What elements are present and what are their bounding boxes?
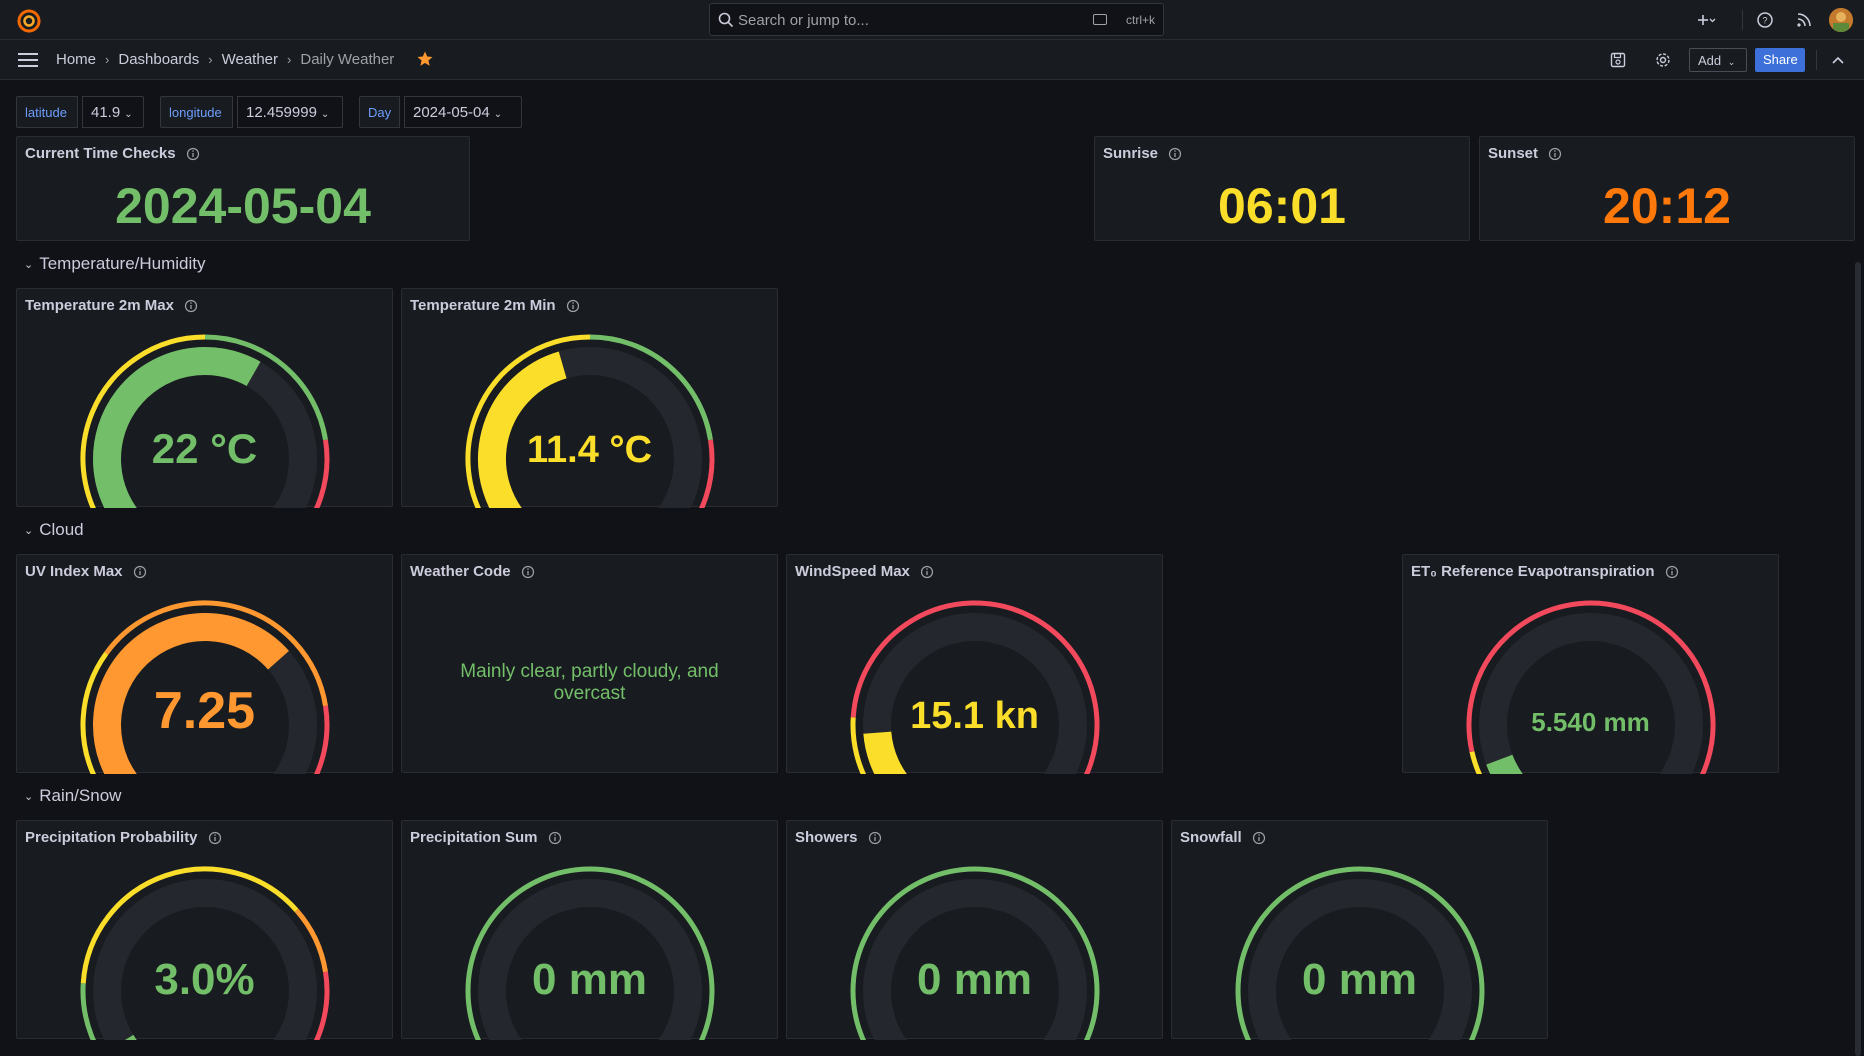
svg-text:?: ? — [1762, 16, 1767, 26]
gauge-value-arc — [1486, 754, 1523, 774]
breadcrumb-dashboards[interactable]: Dashboards — [118, 51, 199, 68]
grafana-logo-icon[interactable] — [16, 8, 42, 34]
gauge-chart — [80, 600, 330, 774]
chevron-down-icon: ⌄ — [24, 790, 34, 803]
search-shortcut: ctrl+k — [1125, 13, 1155, 27]
breadcrumb: Home › Dashboards › Weather › Daily Weat… — [56, 51, 394, 68]
panel-weather-code[interactable]: Weather Code Mainly clear, partly cloudy… — [401, 554, 778, 773]
row-title: Rain/Snow — [39, 786, 122, 805]
panel-title: Sunset — [1488, 145, 1539, 162]
gauge-chart — [1466, 600, 1716, 774]
panel-sunrise[interactable]: Sunrise 06:01 — [1094, 136, 1470, 241]
panel-snowfall[interactable]: Snowfall 0 mm — [1171, 820, 1548, 1040]
search-placeholder: Search or jump to... — [738, 12, 869, 29]
add-button[interactable]: Add ⌄ — [1689, 48, 1747, 72]
top-bar: Search or jump to... ctrl+k ? — [0, 0, 1864, 40]
menu-icon[interactable] — [18, 52, 38, 68]
chevron-right-icon: › — [105, 52, 110, 67]
panel-title: Current Time Checks — [25, 145, 176, 162]
row-title: Cloud — [39, 520, 84, 539]
panel-sunset[interactable]: Sunset 20:12 — [1479, 136, 1855, 241]
dashboard-nav-bar: Home › Dashboards › Weather › Daily Weat… — [0, 40, 1864, 80]
gauge-chart — [1235, 866, 1485, 1040]
variable-select-day[interactable]: 2024-05-04 ⌄ — [404, 96, 522, 128]
breadcrumb-weather[interactable]: Weather — [222, 51, 278, 68]
variable-value-day: 2024-05-04 — [413, 104, 490, 121]
variable-value-latitude: 41.9 — [91, 104, 121, 121]
panel-windspeed-max[interactable]: WindSpeed Max 15.1 kn — [786, 554, 1163, 774]
chevron-down-icon: ⌄ — [124, 109, 133, 120]
chevron-down-icon: ⌄ — [24, 258, 34, 271]
gauge-value: 22 °C — [151, 425, 258, 472]
gauge-chart — [80, 866, 330, 1040]
chevron-right-icon: › — [287, 52, 292, 67]
gauge-value: 3.0% — [154, 955, 255, 1004]
breadcrumb-home[interactable]: Home — [56, 51, 96, 68]
info-icon[interactable] — [521, 565, 535, 579]
stat-value: 06:01 — [1218, 178, 1346, 234]
help-icon[interactable]: ? — [1753, 8, 1777, 32]
gauge-chart — [850, 866, 1100, 1040]
panel-temperature-min[interactable]: Temperature 2m Min 11.4 °C — [401, 288, 778, 508]
avatar-icon — [1829, 8, 1853, 32]
row-title: Temperature/Humidity — [39, 254, 206, 273]
gauge-value: 0 mm — [532, 955, 647, 1004]
panel-title: Sunrise — [1103, 145, 1159, 162]
save-icon[interactable] — [1609, 51, 1627, 69]
panel-current-time-checks[interactable]: Current Time Checks 2024-05-04 — [16, 136, 470, 241]
variable-select-latitude[interactable]: 41.9 ⌄ — [82, 96, 144, 128]
panel-precipitation-sum[interactable]: Precipitation Sum 0 mm — [401, 820, 778, 1040]
gauge-value: 0 mm — [917, 955, 1032, 1004]
chevron-down-icon: ⌄ — [1727, 57, 1736, 67]
panel-uv-index-max[interactable]: UV Index Max 7.25 — [16, 554, 393, 774]
gauge-value: 11.4 °C — [526, 429, 653, 471]
chevron-down-icon: ⌄ — [493, 109, 503, 120]
chevron-down-icon: ⌄ — [320, 109, 330, 120]
info-icon[interactable] — [186, 147, 200, 161]
stat-value: 20:12 — [1603, 178, 1731, 234]
row-temperature-humidity[interactable]: ⌄ Temperature/Humidity — [24, 254, 206, 274]
share-button[interactable]: Share — [1755, 48, 1805, 72]
gauge-chart — [80, 334, 330, 508]
panel-showers[interactable]: Showers 0 mm — [786, 820, 1163, 1040]
keyboard-icon — [1093, 14, 1107, 25]
gauge-chart — [465, 334, 715, 508]
variable-label-day: Day — [359, 96, 400, 128]
variable-label-longitude: longitude — [160, 96, 233, 128]
variable-value-longitude: 12.459999 — [246, 104, 317, 121]
row-rain-snow[interactable]: ⌄ Rain/Snow — [24, 786, 121, 806]
search-icon — [718, 12, 734, 28]
chevron-down-icon: ⌄ — [24, 524, 34, 537]
favorite-star-icon[interactable] — [416, 50, 434, 68]
info-icon[interactable] — [1168, 147, 1182, 161]
gauge-chart — [465, 866, 715, 1040]
info-icon[interactable] — [1548, 147, 1562, 161]
panel-title: Weather Code — [410, 563, 511, 580]
panel-precipitation-probability[interactable]: Precipitation Probability 3.0% — [16, 820, 393, 1040]
panel-et0-evapotranspiration[interactable]: ET₀ Reference Evapotranspiration 5.540 m… — [1402, 554, 1779, 774]
weather-code-value: Mainly clear, partly cloudy, and overcas… — [460, 661, 719, 704]
variable-select-longitude[interactable]: 12.459999 ⌄ — [237, 96, 343, 128]
row-cloud[interactable]: ⌄ Cloud — [24, 520, 84, 540]
new-plus-icon[interactable] — [1692, 8, 1716, 32]
user-avatar[interactable] — [1829, 8, 1853, 32]
gauge-value-arc — [863, 731, 907, 774]
gauge-value: 15.1 kn — [910, 695, 1039, 737]
gauge-chart — [850, 600, 1100, 774]
stat-value: 2024-05-04 — [115, 178, 371, 234]
gauge-value: 0 mm — [1302, 955, 1417, 1004]
chevron-up-icon[interactable] — [1830, 52, 1846, 68]
settings-gear-icon[interactable] — [1654, 51, 1672, 69]
gauge-value: 5.540 mm — [1531, 707, 1650, 737]
gauge-value: 7.25 — [153, 682, 256, 740]
panel-temperature-max[interactable]: Temperature 2m Max 22 °C — [16, 288, 393, 508]
news-feed-icon[interactable] — [1792, 8, 1816, 32]
scrollbar[interactable] — [1855, 262, 1861, 1056]
chevron-right-icon: › — [208, 52, 213, 67]
gauge-track — [1479, 613, 1703, 774]
add-button-label: Add — [1698, 53, 1722, 68]
variable-label-latitude: latitude — [16, 96, 78, 128]
search-box[interactable]: Search or jump to... ctrl+k — [709, 3, 1164, 36]
breadcrumb-current: Daily Weather — [300, 51, 395, 68]
